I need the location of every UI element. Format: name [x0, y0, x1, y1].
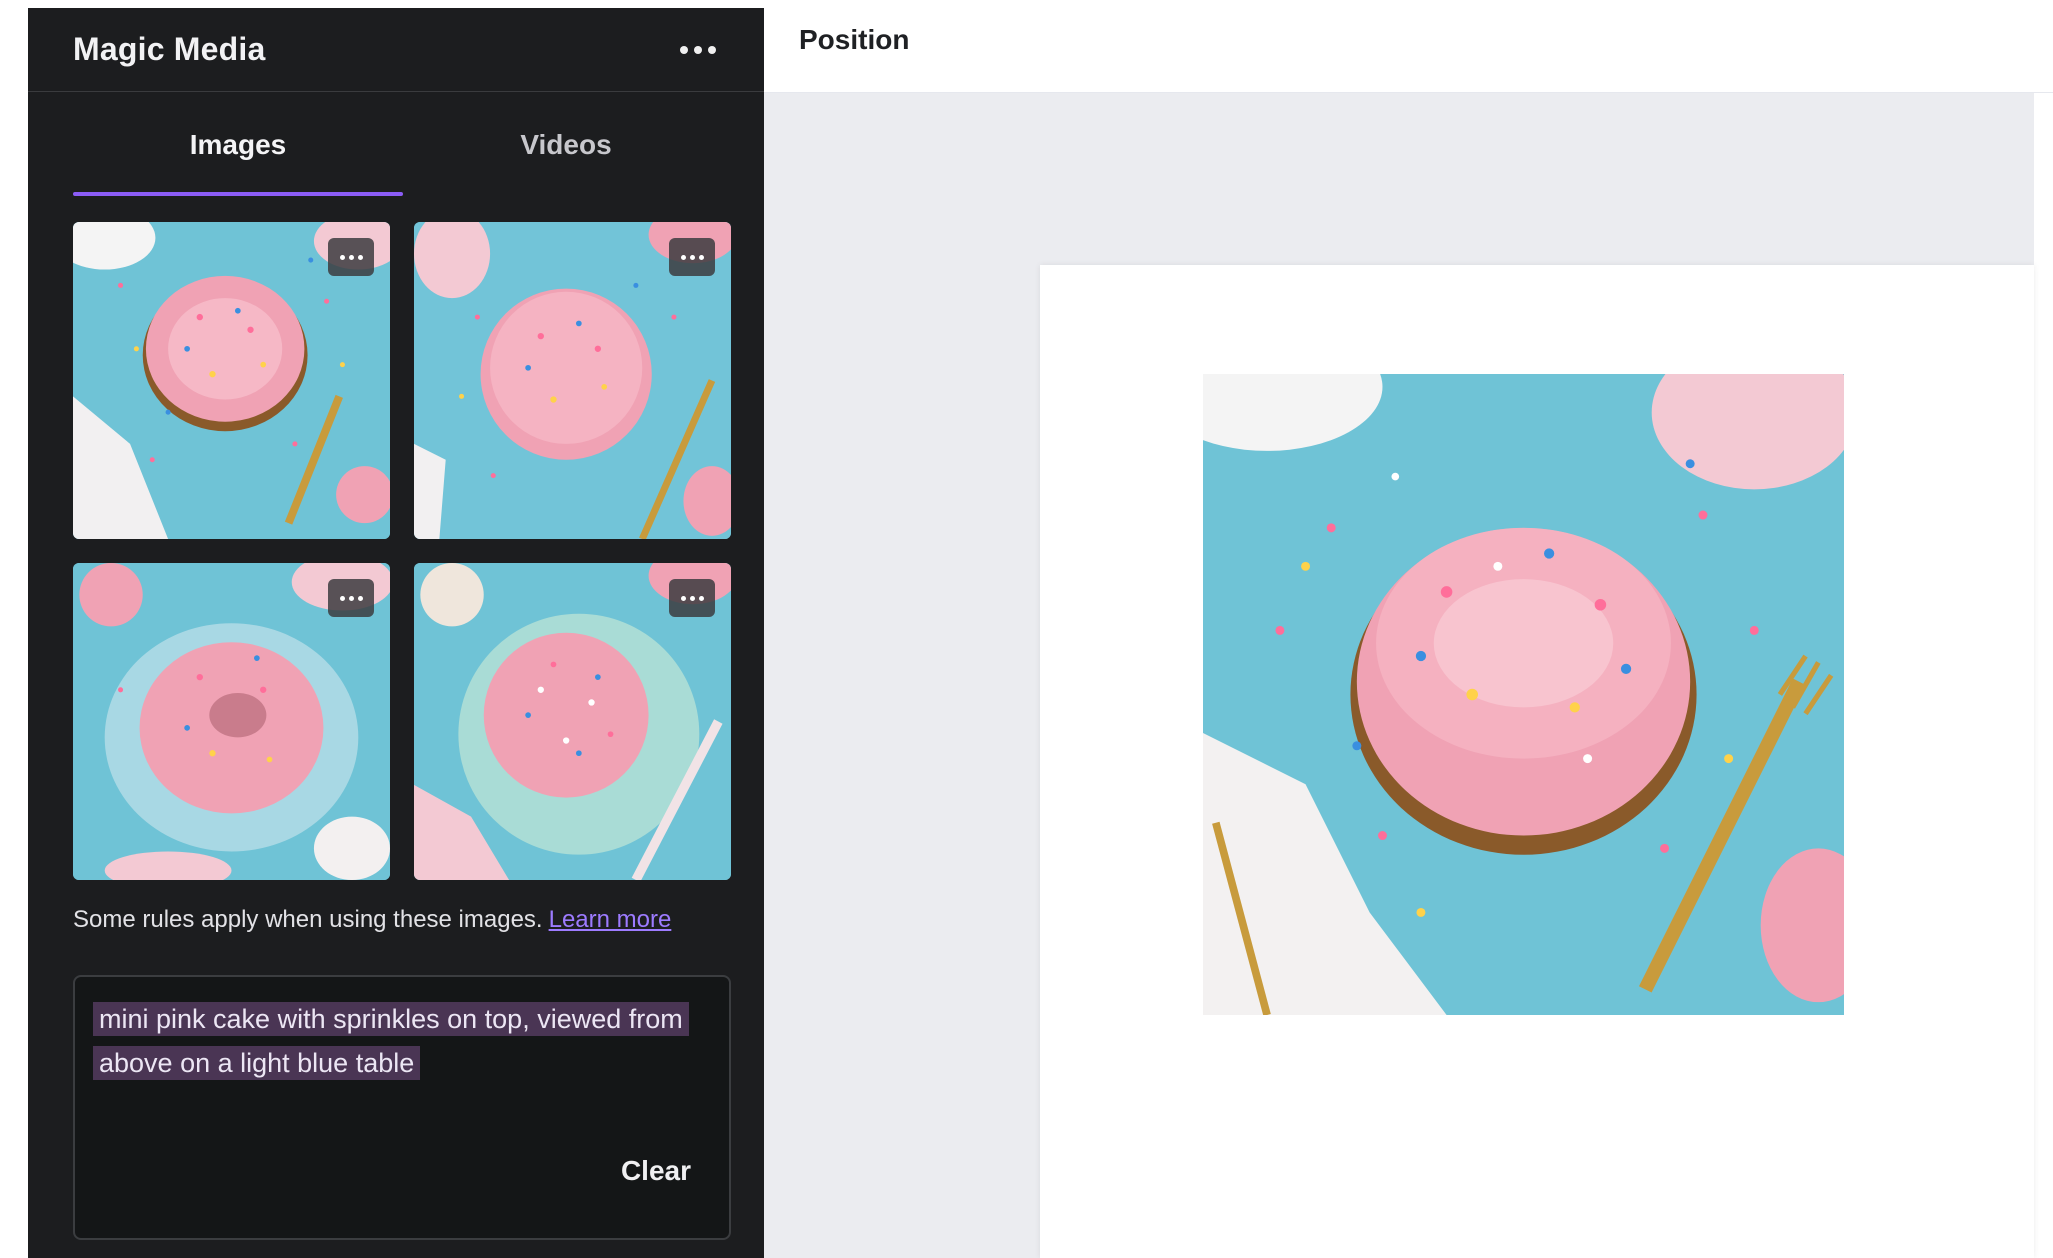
editor-toolbar: Position [764, 0, 2053, 93]
tab-images[interactable]: Images [73, 92, 403, 198]
cake-image [1203, 374, 1844, 1015]
dot-icon [680, 45, 688, 54]
clear-button[interactable]: Clear [621, 1155, 691, 1187]
active-tab-indicator [73, 192, 403, 196]
generated-image-1[interactable] [73, 222, 390, 539]
position-button[interactable]: Position [799, 24, 909, 56]
image-options-button[interactable] [669, 238, 715, 276]
usage-rules-note: Some rules apply when using these images… [73, 906, 671, 934]
tab-videos[interactable]: Videos [401, 92, 731, 198]
panel-header: Magic Media [28, 8, 764, 92]
more-options-button[interactable] [676, 38, 720, 62]
prompt-input[interactable]: mini pink cake with sprinkles on top, vi… [73, 975, 731, 1240]
generated-image-2[interactable] [414, 222, 731, 539]
panel-title: Magic Media [73, 31, 266, 67]
learn-more-link[interactable]: Learn more [549, 906, 672, 933]
placed-cake-image[interactable] [1203, 374, 1844, 1015]
prompt-text: mini pink cake with sprinkles on top, vi… [93, 997, 703, 1085]
image-options-button[interactable] [328, 238, 374, 276]
prompt-selected-text: mini pink cake with sprinkles on top, vi… [93, 1002, 689, 1080]
media-tabs: Images Videos [28, 92, 764, 198]
image-options-button[interactable] [328, 579, 374, 617]
dot-icon [694, 45, 702, 54]
generated-image-4[interactable] [414, 563, 731, 880]
dot-icon [708, 45, 716, 54]
generated-image-3[interactable] [73, 563, 390, 880]
generated-images-grid [73, 222, 731, 880]
image-options-button[interactable] [669, 579, 715, 617]
rules-text: Some rules apply when using these images… [73, 906, 543, 933]
